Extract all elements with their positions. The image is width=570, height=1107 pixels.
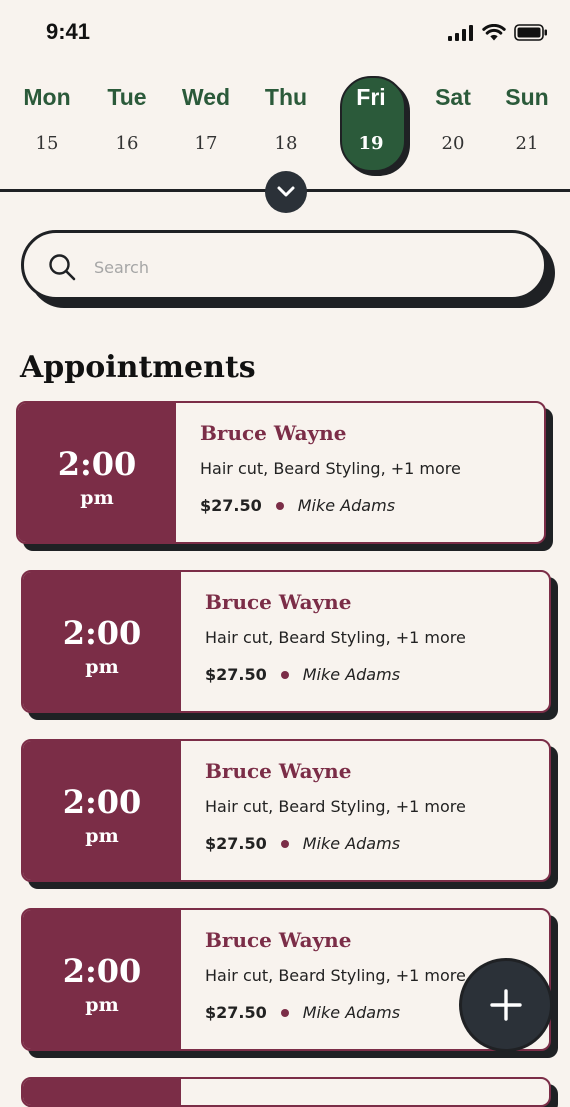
- client-name: Bruce Wayne: [205, 759, 352, 783]
- day-tue[interactable]: Tue 16: [92, 76, 162, 176]
- appointment-details: Bruce Wayne Hair cut, Beard Styling, +1 …: [205, 759, 539, 853]
- separator-dot: [280, 839, 289, 848]
- separator-dot: [275, 501, 284, 510]
- day-name: Sun: [505, 84, 549, 110]
- appointment-details: Bruce Wayne Hair cut, Beard Styling, +1 …: [205, 590, 539, 684]
- day-name: Fri: [356, 84, 386, 110]
- day-date: 18: [274, 133, 298, 154]
- appointment-meta: $27.50 Mike Adams: [205, 665, 539, 684]
- barber-name: Mike Adams: [302, 665, 401, 684]
- appointment-card[interactable]: 2:00 pm Bruce Wayne Hair cut, Beard Styl…: [16, 401, 546, 544]
- barber-name: Mike Adams: [302, 1003, 401, 1022]
- day-name: Thu: [264, 84, 308, 110]
- appointment-ampm: pm: [85, 825, 119, 847]
- appointment-ampm: pm: [80, 487, 114, 509]
- day-date: 19: [358, 133, 384, 154]
- wifi-icon: [482, 23, 506, 45]
- status-icons: [448, 23, 548, 45]
- status-bar: 9:41: [0, 0, 570, 64]
- price: $27.50: [205, 834, 267, 853]
- appointment-time-block: 2:00 pm: [23, 910, 181, 1049]
- day-wed[interactable]: Wed 17: [171, 76, 241, 176]
- appointment-card[interactable]: 2:00 pm Bruce Wayne Hair cut, Beard Styl…: [21, 739, 551, 882]
- client-name: Bruce Wayne: [200, 421, 347, 445]
- plus-icon: [490, 989, 522, 1021]
- search-icon: [48, 253, 76, 285]
- appointment-time-block: 2:00 pm: [23, 741, 181, 880]
- appointment-meta: $27.50 Mike Adams: [200, 496, 534, 515]
- day-date: 16: [115, 133, 139, 154]
- day-date: 17: [194, 133, 218, 154]
- services-list: Hair cut, Beard Styling, +1 more: [200, 459, 461, 478]
- expand-calendar-button[interactable]: [265, 171, 307, 213]
- appointment-time: 2:00: [62, 952, 142, 990]
- appointment-time-block: 2:00 pm: [18, 403, 176, 542]
- appointment-ampm: pm: [85, 656, 119, 678]
- day-mon[interactable]: Mon 15: [12, 76, 82, 176]
- day-name: Sat: [435, 84, 471, 110]
- day-date: 20: [441, 133, 465, 154]
- separator-dot: [280, 1008, 289, 1017]
- barber-name: Mike Adams: [302, 834, 401, 853]
- add-appointment-button[interactable]: [462, 961, 550, 1049]
- client-name: Bruce Wayne: [205, 928, 352, 952]
- day-fri-selected[interactable]: Fri 19: [340, 76, 406, 176]
- barber-name: Mike Adams: [297, 496, 396, 515]
- day-name: Wed: [181, 84, 231, 110]
- chevron-down-icon: [277, 186, 295, 197]
- appointment-card[interactable]: 2:00 pm Bruce Wayne Hair cut, Beard Styl…: [21, 570, 551, 713]
- day-name: Tue: [107, 84, 147, 110]
- cellular-signal-icon: [448, 24, 474, 45]
- appointment-meta: $27.50 Mike Adams: [205, 834, 539, 853]
- day-date: 21: [515, 133, 539, 154]
- price: $27.50: [200, 496, 262, 515]
- status-time: 9:41: [46, 19, 91, 44]
- appointments-title: Appointments: [20, 350, 256, 385]
- appointment-time: 2:00: [62, 783, 142, 821]
- appointment-time-block: [23, 1079, 181, 1105]
- appointment-time: 2:00: [62, 614, 142, 652]
- separator-dot: [280, 670, 289, 679]
- appointment-ampm: pm: [85, 994, 119, 1016]
- services-list: Hair cut, Beard Styling, +1 more: [205, 797, 466, 816]
- price: $27.50: [205, 665, 267, 684]
- day-date: 15: [35, 133, 59, 154]
- appointment-time: 2:00: [57, 445, 137, 483]
- search-input[interactable]: [92, 251, 516, 283]
- day-sat[interactable]: Sat 20: [418, 76, 488, 176]
- day-name: Mon: [23, 84, 71, 110]
- appointment-time-block: 2:00 pm: [23, 572, 181, 711]
- day-thu[interactable]: Thu 18: [251, 76, 321, 176]
- battery-icon: [514, 24, 548, 45]
- services-list: Hair cut, Beard Styling, +1 more: [205, 628, 466, 647]
- appointment-details: Bruce Wayne Hair cut, Beard Styling, +1 …: [200, 421, 534, 515]
- price: $27.50: [205, 1003, 267, 1022]
- search-bar[interactable]: [21, 230, 547, 300]
- day-sun[interactable]: Sun 21: [492, 76, 562, 176]
- client-name: Bruce Wayne: [205, 590, 352, 614]
